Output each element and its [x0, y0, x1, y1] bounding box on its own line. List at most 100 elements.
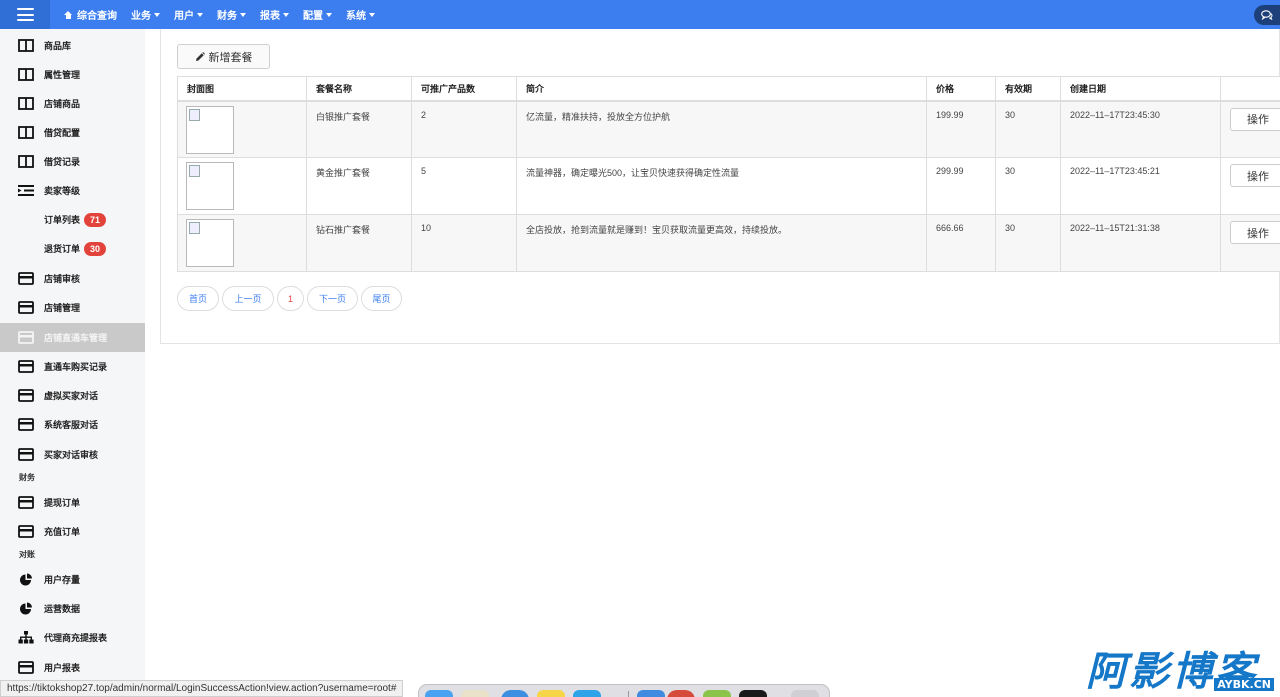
macos-dock: [418, 684, 830, 697]
sidebar-item-label: 借贷配置: [44, 128, 81, 138]
created-date-cell: 2022–11–15T21:31:38: [1060, 214, 1221, 272]
sidebar-item-user-report[interactable]: 用户报表: [0, 653, 145, 682]
sidebar-item-product-library[interactable]: 商品库: [0, 31, 145, 60]
prev-page-button[interactable]: 上一页: [222, 286, 274, 311]
sidebar-item-seller-level[interactable]: 卖家等级: [0, 176, 145, 205]
notes-app-icon[interactable]: [537, 690, 565, 697]
table-row: 钻石推广套餐 10 全店投放，抢到流量就是赚到！宝贝获取流量更高效，持续投放。 …: [177, 214, 1280, 272]
nav-label: 综合查询: [77, 11, 117, 22]
sidebar-item-return-orders[interactable]: 退货订单 30: [0, 234, 145, 263]
caret-down-icon: [197, 12, 203, 17]
book-icon: [18, 39, 34, 52]
app-icon[interactable]: [573, 690, 601, 697]
actions-cell: 操作: [1220, 214, 1280, 272]
nav-label: 报表: [260, 11, 280, 22]
description-cell: 流量神器，确定曝光500，让宝贝快速获得确定性流量: [516, 157, 927, 215]
terminal-app-icon[interactable]: [739, 690, 767, 697]
book-icon: [18, 155, 34, 168]
sidebar-item-attributes[interactable]: 属性管理: [0, 60, 145, 89]
nav-label: 用户: [174, 11, 194, 22]
safari-app-icon[interactable]: [501, 690, 529, 697]
book-icon: [18, 126, 34, 139]
card-icon: [18, 661, 34, 674]
description-cell: 全店投放，抢到流量就是赚到！宝贝获取流量更高效，持续投放。: [516, 214, 927, 272]
nav-item-overview[interactable]: 综合查询: [64, 7, 117, 22]
column-header-description: 简介: [516, 76, 927, 102]
finder-app-icon[interactable]: [425, 690, 453, 697]
nav-item-system[interactable]: 系统: [346, 7, 375, 22]
chat-button[interactable]: [1254, 5, 1280, 25]
price-cell: 199.99: [926, 100, 996, 158]
cover-cell: [177, 100, 307, 158]
book-icon: [18, 68, 34, 81]
sidebar-item-withdraw-orders[interactable]: 提现订单: [0, 488, 145, 517]
hamburger-icon: [16, 8, 34, 21]
menu-toggle-button[interactable]: [0, 0, 50, 29]
card-icon: [18, 360, 34, 373]
nav-item-business[interactable]: 业务: [131, 7, 160, 22]
table-row: 黄金推广套餐 5 流量神器，确定曝光500，让宝贝快速获得确定性流量 299.9…: [177, 157, 1280, 215]
chrome-app-icon[interactable]: [667, 690, 695, 697]
sidebar-item-order-list[interactable]: 订单列表 71: [0, 205, 145, 234]
sidebar-item-shop-products[interactable]: 店铺商品: [0, 89, 145, 118]
sidebar-item-label: 店铺管理: [44, 303, 81, 313]
validity-cell: 30: [995, 214, 1061, 272]
sidebar-item-virtual-buyer-chat[interactable]: 虚拟买家对话: [0, 381, 145, 410]
column-header-cover: 封面图: [177, 76, 307, 102]
list-indent-icon: [18, 185, 34, 196]
pie-chart-icon: [20, 602, 32, 615]
caret-down-icon: [240, 12, 246, 17]
sidebar-item-shop-management[interactable]: 店铺管理: [0, 293, 145, 322]
row-action-button[interactable]: 操作: [1230, 107, 1280, 131]
sidebar-section-finance: 财务: [19, 473, 35, 482]
cover-cell: [177, 157, 307, 215]
dock-separator: [628, 691, 629, 697]
trash-app-icon[interactable]: [791, 690, 819, 697]
sidebar-item-recharge-orders[interactable]: 充值订单: [0, 517, 145, 546]
nav-item-finance[interactable]: 财务: [217, 7, 246, 22]
sidebar-item-buyer-chat-review[interactable]: 买家对话审核: [0, 440, 145, 469]
sidebar-item-loan-config[interactable]: 借贷配置: [0, 118, 145, 147]
sidebar-item-agent-report[interactable]: 代理商充提报表: [0, 623, 145, 652]
sidebar-item-shop-review[interactable]: 店铺审核: [0, 264, 145, 293]
sidebar-item-label: 用户报表: [44, 663, 81, 673]
book-icon: [18, 97, 34, 110]
watermark-logo: 阿影博客 AYBK.CN: [1086, 648, 1278, 696]
app-icon[interactable]: [703, 690, 731, 697]
price-cell: 299.99: [926, 157, 996, 215]
sidebar-item-operations-data[interactable]: 运营数据: [0, 594, 145, 623]
current-page-button[interactable]: 1: [277, 286, 304, 311]
nav-label: 财务: [217, 11, 237, 22]
created-date-cell: 2022–11–17T23:45:30: [1060, 100, 1221, 158]
app-icon[interactable]: [637, 690, 665, 697]
row-action-button[interactable]: 操作: [1230, 164, 1280, 187]
nav-label: 配置: [303, 11, 323, 22]
sidebar-item-loan-records[interactable]: 借贷记录: [0, 147, 145, 176]
next-page-button[interactable]: 下一页: [307, 286, 358, 311]
sidebar-item-label: 运营数据: [44, 604, 81, 614]
last-page-button[interactable]: 尾页: [361, 286, 402, 311]
sidebar-item-express-purchase-records[interactable]: 直通车购买记录: [0, 352, 145, 381]
validity-cell: 30: [995, 157, 1061, 215]
sidebar-item-label: 买家对话审核: [44, 450, 99, 460]
sidebar-item-user-stock[interactable]: 用户存量: [0, 565, 145, 594]
home-icon: [64, 10, 73, 19]
product-count-cell: 2: [411, 100, 517, 158]
row-action-button[interactable]: 操作: [1230, 221, 1280, 244]
add-package-button[interactable]: 新增套餐: [177, 44, 270, 69]
product-count-cell: 5: [411, 157, 517, 215]
package-name-cell: 黄金推广套餐: [306, 157, 412, 215]
sidebar-item-system-support-chat[interactable]: 系统客服对话: [0, 410, 145, 439]
sidebar-item-label: 用户存量: [44, 575, 81, 585]
nav-item-reports[interactable]: 报表: [260, 7, 289, 22]
first-page-button[interactable]: 首页: [177, 286, 219, 311]
nav-item-config[interactable]: 配置: [303, 7, 332, 22]
sidebar-item-shop-express-management[interactable]: 店铺直通车管理: [0, 323, 145, 352]
description-cell: 亿流量，精准扶持，投放全方位护航: [516, 100, 927, 158]
broken-image-icon: [186, 219, 234, 267]
order-count-badge: 71: [84, 212, 107, 227]
nav-item-users[interactable]: 用户: [174, 7, 203, 22]
sidebar-item-label: 提现订单: [44, 498, 81, 508]
app-icon[interactable]: [461, 690, 489, 697]
card-icon: [18, 496, 34, 509]
